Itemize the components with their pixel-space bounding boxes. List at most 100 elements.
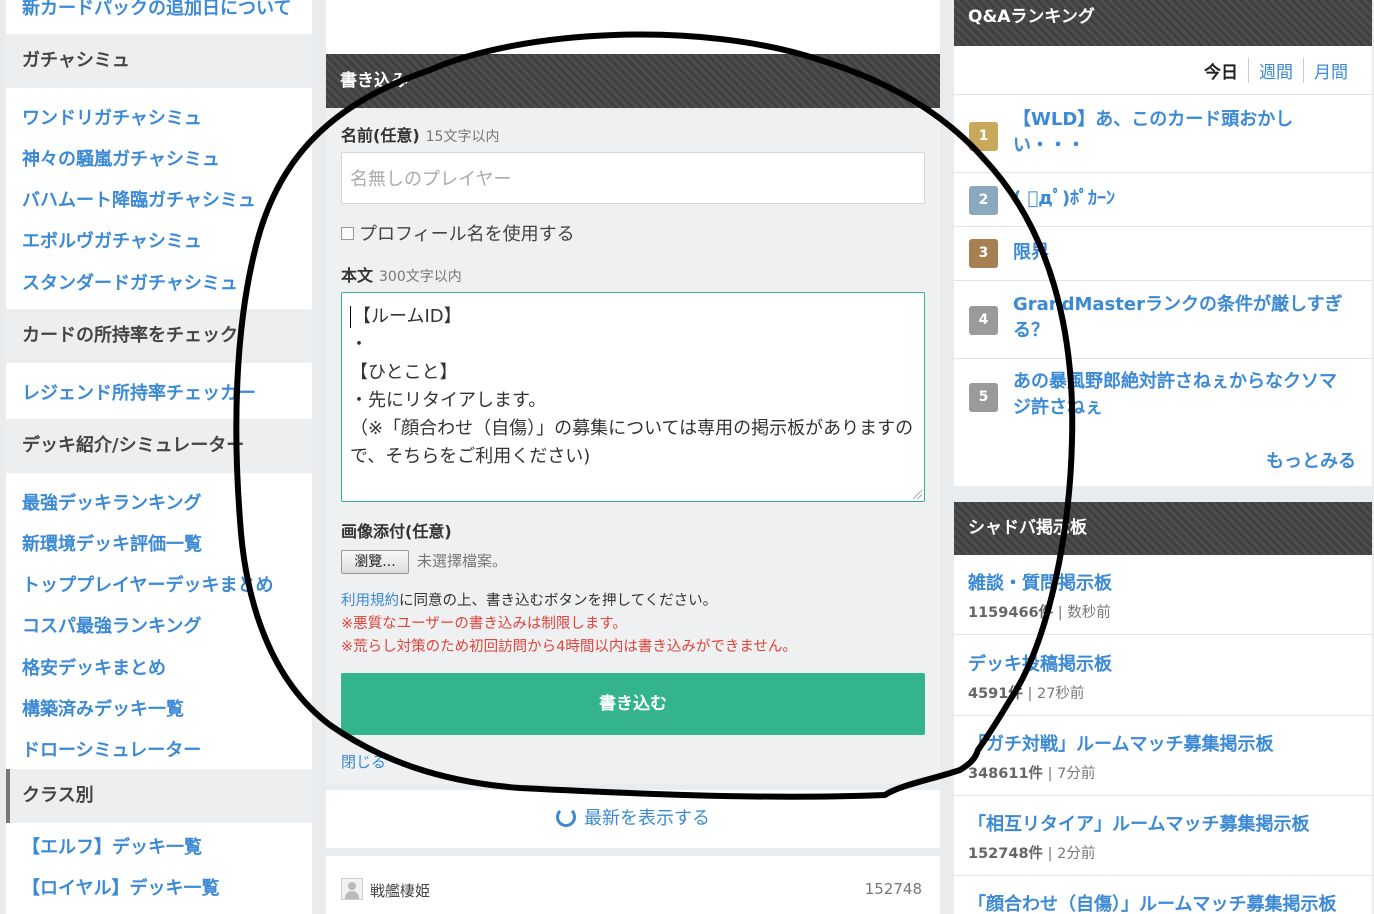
sidebar-item-elf-decks[interactable]: 【エルフ】デッキ一覧 — [22, 833, 202, 859]
bbs-title[interactable]: デッキ投稿掲示板 — [968, 650, 1112, 676]
bbs-meta: 1159466件 | 数秒前 — [968, 605, 1111, 621]
body-label: 本文 300文字以内 — [341, 262, 462, 286]
ranking-item[interactable]: 2 ( ﾟдﾟ)ﾎﾟｶｰﾝ — [954, 172, 1372, 226]
body-hint: 300文字以内 — [379, 269, 462, 285]
ranking-tabs: 今日 週間 月間 — [1194, 58, 1358, 83]
post-username[interactable]: 戦艦棲姫 — [370, 880, 430, 901]
terms-text: に同意の上、書き込むボタンを押してください。 — [399, 593, 718, 609]
submit-button[interactable]: 書き込む — [341, 673, 925, 735]
sidebar-item-royal-decks[interactable]: 【ロイヤル】デッキ一覧 — [22, 874, 219, 900]
rank-badge: 2 — [969, 186, 998, 215]
ranking-item[interactable]: 1 【WLD】あ、このカード頭おかしい・・・ — [954, 94, 1372, 172]
sidebar-item-standard-gacha[interactable]: スタンダードガチャシミュ — [22, 269, 238, 295]
bbs-time: 数秒前 — [1067, 605, 1111, 621]
name-label: 名前(任意) 15文字以内 — [341, 122, 499, 146]
browse-button[interactable]: 瀏覽... — [341, 550, 409, 574]
profile-name-checkbox[interactable] — [341, 227, 354, 240]
tab-today[interactable]: 今日 — [1194, 58, 1248, 83]
bbs-panel: シャドバ掲示板 雑談・質問掲示板 1159466件 | 数秒前 デッキ投稿掲示板… — [954, 502, 1372, 914]
bbs-count: 348611件 — [968, 766, 1044, 782]
body-line-text: 【ルームID】 — [353, 306, 462, 327]
sidebar-top-link[interactable]: 新カードパックの追加日について — [22, 0, 291, 20]
ranking-title[interactable]: あの暴風野郎絶対許さねぇからなクソマジ許さねぇ — [1013, 369, 1353, 421]
file-status: 未選擇檔案。 — [417, 552, 508, 570]
bbs-title[interactable]: 雑談・質問掲示板 — [968, 569, 1112, 595]
sidebar-section-decks: デッキ紹介/シミュレーター — [6, 419, 312, 473]
bbs-item[interactable]: 「顔合わせ（自傷）」ルームマッチ募集掲示板 — [954, 876, 1372, 914]
tab-weekly[interactable]: 週間 — [1248, 58, 1303, 83]
form-header: 書き込み — [326, 54, 940, 108]
terms-link[interactable]: 利用規約 — [341, 593, 399, 609]
rank-badge: 5 — [969, 383, 998, 412]
sidebar-item-cost-performance[interactable]: コスパ最強ランキング — [22, 612, 201, 638]
body-line: ・ — [350, 334, 368, 355]
body-line: 【ルームID】 — [350, 303, 916, 331]
sidebar-item-budget-decks[interactable]: 格安デッキまとめ — [22, 654, 166, 680]
sidebar-section-gacha: ガチャシミュ — [6, 34, 312, 88]
bbs-time: 7分前 — [1057, 766, 1096, 782]
sidebar-item-new-env-decks[interactable]: 新環境デッキ評価一覧 — [22, 530, 202, 556]
rank-badge: 3 — [969, 239, 998, 268]
ranking-item[interactable]: 4 GrandMasterランクの条件が厳しすぎる？ — [954, 280, 1372, 358]
text-caret — [350, 306, 351, 328]
bbs-header: シャドバ掲示板 — [954, 502, 1372, 555]
sidebar-item-draw-simulator[interactable]: ドローシミュレーター — [22, 736, 201, 762]
sidebar-section-ownership: カードの所持率をチェック — [6, 309, 312, 363]
name-input[interactable]: 名無しのプレイヤー — [341, 152, 925, 204]
body-line: （※「顔合わせ（自傷）」の募集については専用の掲示板がありますので、そちらをご利… — [350, 418, 914, 467]
post-item: 戦艦棲姫 152748 — [326, 856, 940, 914]
bbs-title[interactable]: 「相互リタイア」ルームマッチ募集掲示板 — [968, 810, 1309, 836]
terms-notice: 利用規約に同意の上、書き込むボタンを押してください。 ※悪質なユーザーの書き込み… — [341, 590, 797, 659]
post-number: 152748 — [864, 880, 922, 898]
bbs-item[interactable]: 雑談・質問掲示板 1159466件 | 数秒前 — [954, 555, 1372, 635]
sidebar-section-class: クラス別 — [6, 769, 312, 823]
bbs-count: 4591件 — [968, 686, 1023, 702]
more-link[interactable]: もっとみる — [1266, 447, 1356, 473]
sidebar-item-bahamut-gacha[interactable]: バハムート降臨ガチャシミュ — [22, 186, 256, 212]
refresh-button[interactable]: 最新を表示する — [326, 790, 940, 848]
ranking-title[interactable]: ( ﾟдﾟ)ﾎﾟｶｰﾝ — [1013, 186, 1353, 212]
sidebar-item-prebuilt-decks[interactable]: 構築済みデッキ一覧 — [22, 695, 184, 721]
warning-first-visit: ※荒らし対策のため初回訪問から4時間以内は書き込みができません。 — [341, 639, 797, 655]
body-line: 【ひとこと】 — [350, 362, 458, 383]
bbs-meta: 152748件 | 2分前 — [968, 846, 1096, 862]
image-label: 画像添付(任意) — [341, 522, 452, 541]
bbs-time: 2分前 — [1057, 846, 1096, 862]
qa-ranking-header: Q&Aランキング — [954, 0, 1372, 46]
bbs-item[interactable]: 「ガチ対戦」ルームマッチ募集掲示板 348611件 | 7分前 — [954, 716, 1372, 796]
bbs-title[interactable]: 「顔合わせ（自傷）」ルームマッチ募集掲示板 — [968, 890, 1336, 914]
bbs-item[interactable]: 「相互リタイア」ルームマッチ募集掲示板 152748件 | 2分前 — [954, 796, 1372, 876]
rank-badge: 4 — [969, 306, 998, 335]
left-sidebar: 新カードパックの追加日について ガチャシミュ ワンドリガチャシミュ 神々の騒嵐ガ… — [6, 0, 312, 914]
qa-ranking-panel: Q&Aランキング 今日 週間 月間 1 【WLD】あ、このカード頭おかしい・・・ 2… — [954, 0, 1372, 486]
refresh-label: 最新を表示する — [584, 808, 710, 829]
ranking-item[interactable]: 3 限界 — [954, 226, 1372, 280]
body-textarea[interactable]: 【ルームID】 ・ 【ひとこと】 ・先にリタイアします。 （※「顔合わせ（自傷）… — [341, 292, 925, 502]
tab-monthly[interactable]: 月間 — [1303, 58, 1358, 83]
sidebar-item-evolve-gacha[interactable]: エボルヴガチャシミュ — [22, 227, 202, 253]
bbs-item[interactable]: デッキ投稿掲示板 4591件 | 27秒前 — [954, 636, 1372, 716]
refresh-icon — [556, 807, 576, 827]
sidebar-item-legend-checker[interactable]: レジェンド所持率チェッカー — [22, 379, 256, 405]
warning-abuse: ※悪質なユーザーの書き込みは制限します。 — [341, 616, 627, 632]
ranking-item[interactable]: 5 あの暴風野郎絶対許さねぇからなクソマジ許さねぇ — [954, 358, 1372, 436]
ranking-title[interactable]: 限界 — [1013, 240, 1353, 266]
user-avatar-icon — [341, 878, 363, 900]
bbs-time: 27秒前 — [1036, 686, 1085, 702]
body-label-text: 本文 — [341, 266, 374, 285]
sidebar-item-top-player-decks[interactable]: トッププレイヤーデッキまとめ — [22, 571, 273, 597]
center-top-panel — [326, 0, 940, 54]
ranking-title[interactable]: 【WLD】あ、このカード頭おかしい・・・ — [1013, 107, 1353, 159]
bbs-title[interactable]: 「ガチ対戦」ルームマッチ募集掲示板 — [968, 730, 1273, 756]
sidebar-item-storm-gacha[interactable]: 神々の騒嵐ガチャシミュ — [22, 145, 220, 171]
ranking-title[interactable]: GrandMasterランクの条件が厳しすぎる？ — [1013, 292, 1353, 344]
sidebar-item-wondrous-gacha[interactable]: ワンドリガチャシミュ — [22, 104, 202, 130]
resize-handle[interactable] — [913, 490, 922, 499]
file-picker: 瀏覽... 未選擇檔案。 — [341, 550, 507, 574]
rank-badge: 1 — [969, 122, 998, 151]
close-link[interactable]: 閉じる — [341, 751, 386, 772]
profile-name-label: プロフィール名を使用する — [359, 224, 575, 245]
sidebar-item-strongest-decks[interactable]: 最強デッキランキング — [22, 489, 201, 515]
profile-name-option[interactable]: プロフィール名を使用する — [341, 220, 575, 246]
bbs-meta: 4591件 | 27秒前 — [968, 686, 1085, 702]
